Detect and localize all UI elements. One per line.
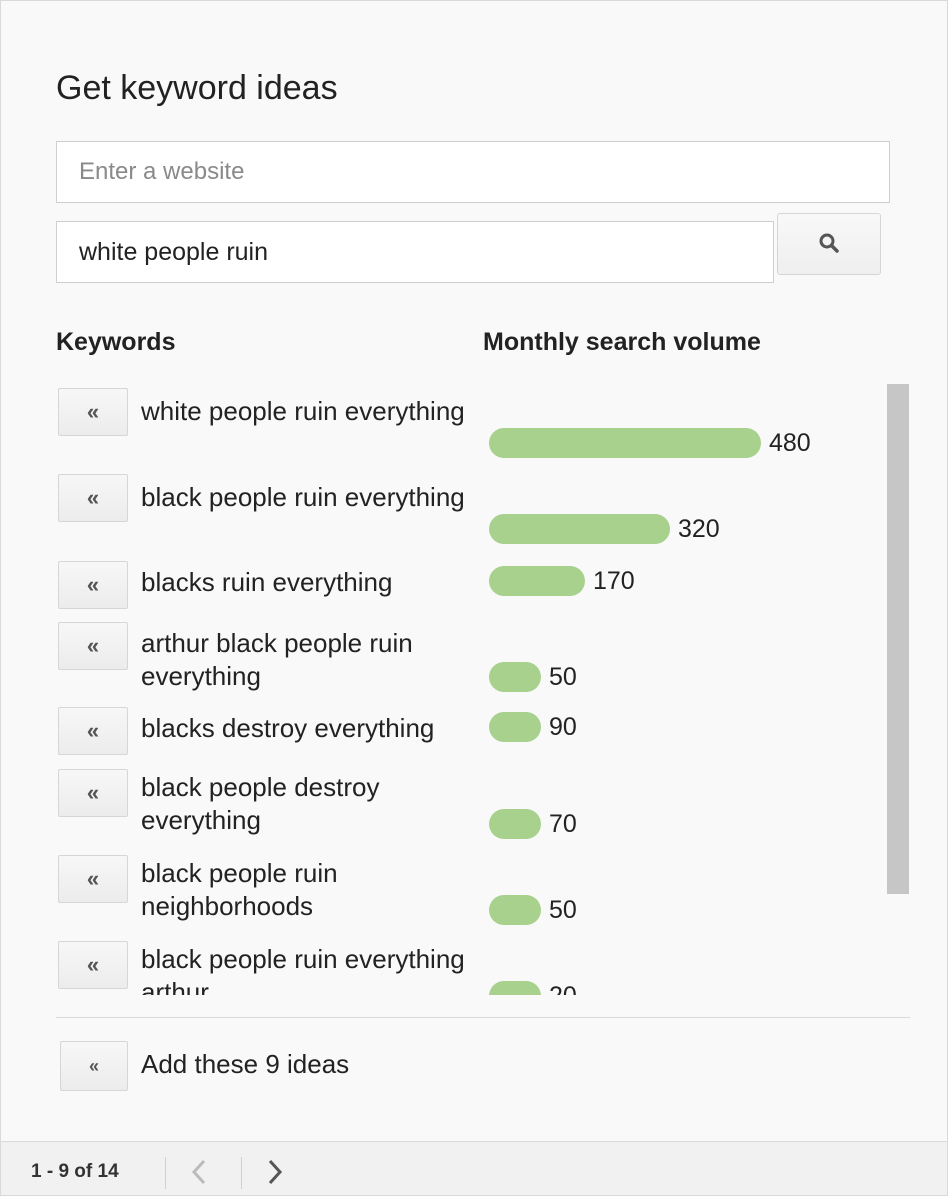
volume-bar: [489, 712, 541, 742]
add-all-ideas-label: Add these 9 ideas: [141, 1049, 350, 1079]
keyword-input[interactable]: [56, 221, 774, 283]
volume-bar: [489, 514, 670, 544]
pager-separator: [241, 1157, 242, 1189]
double-chevron-left-icon: «: [88, 1055, 99, 1076]
pagination-count: 1 - 9 of 14: [31, 1161, 119, 1182]
add-keyword-button[interactable]: «: [58, 388, 128, 436]
list-scrollbar[interactable]: [887, 384, 909, 894]
volume-value: 20: [549, 982, 577, 995]
volume-column-header: Monthly search volume: [483, 328, 761, 356]
volume-value: 90: [549, 713, 577, 741]
keyword-text: arthur black people ruin everything: [141, 628, 413, 691]
double-chevron-left-icon: «: [86, 780, 100, 805]
double-chevron-left-icon: «: [86, 399, 100, 424]
previous-page-button[interactable]: [179, 1153, 219, 1193]
volume-bar: [489, 809, 541, 839]
double-chevron-left-icon: «: [86, 718, 100, 743]
add-keyword-button[interactable]: «: [58, 622, 128, 670]
double-chevron-left-icon: «: [86, 633, 100, 658]
double-chevron-left-icon: «: [86, 485, 100, 510]
pager-separator: [165, 1157, 166, 1189]
volume-value: 70: [549, 810, 577, 838]
double-chevron-left-icon: «: [86, 952, 100, 977]
keyword-ideas-panel: Get keyword ideas Keywords Monthly searc…: [0, 0, 948, 1196]
add-all-ideas-button[interactable]: «: [60, 1041, 128, 1091]
double-chevron-left-icon: «: [86, 866, 100, 891]
volume-value: 480: [769, 429, 811, 457]
next-page-button[interactable]: [255, 1153, 295, 1193]
keyword-text: black people destroy everything: [141, 772, 380, 835]
volume-bar: [489, 895, 541, 925]
keyword-text: black people ruin everything: [141, 482, 465, 512]
volume-value: 50: [549, 663, 577, 691]
search-icon: [818, 232, 840, 257]
keyword-ideas-list: « white people ruin everything 480 « bla…: [1, 383, 947, 995]
keyword-text: blacks ruin everything: [141, 567, 393, 597]
volume-bar: [489, 662, 541, 692]
volume-value: 320: [678, 515, 720, 543]
keywords-column-header: Keywords: [56, 328, 176, 356]
volume-value: 170: [593, 567, 635, 595]
website-input[interactable]: [56, 141, 890, 203]
volume-bar: [489, 566, 585, 596]
double-chevron-left-icon: «: [86, 572, 100, 597]
divider: [56, 1017, 910, 1018]
search-button[interactable]: [777, 213, 881, 275]
volume-value: 50: [549, 896, 577, 924]
chevron-right-icon: [266, 1158, 284, 1189]
keyword-text: black people ruin everything arthur: [141, 944, 465, 995]
chevron-left-icon: [190, 1158, 208, 1189]
add-keyword-button[interactable]: «: [58, 474, 128, 522]
add-keyword-button[interactable]: «: [58, 707, 128, 755]
keyword-text: blacks destroy everything: [141, 713, 435, 743]
panel-title: Get keyword ideas: [56, 69, 338, 107]
volume-bar: [489, 428, 761, 458]
keyword-text: white people ruin everything: [141, 396, 465, 426]
keyword-text: black people ruin neighborhoods: [141, 858, 338, 921]
add-keyword-button[interactable]: «: [58, 769, 128, 817]
add-keyword-button[interactable]: «: [58, 941, 128, 989]
volume-bar: [489, 981, 541, 995]
pagination-bar: [1, 1141, 947, 1195]
add-keyword-button[interactable]: «: [58, 561, 128, 609]
add-keyword-button[interactable]: «: [58, 855, 128, 903]
